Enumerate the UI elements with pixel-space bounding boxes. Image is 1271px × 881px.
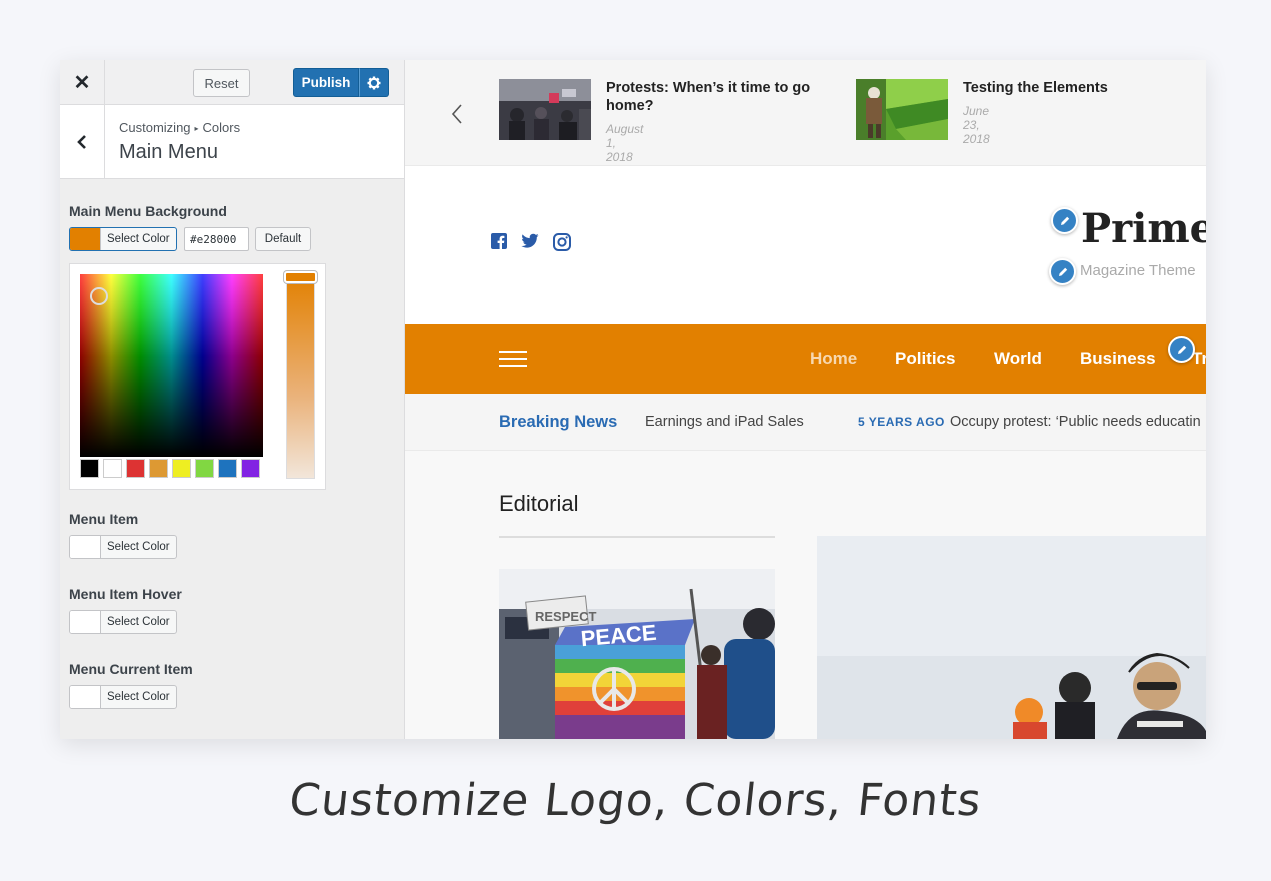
color-picker	[69, 263, 326, 490]
hue-slider-handle[interactable]	[284, 271, 317, 283]
close-icon[interactable]: ✕	[60, 60, 105, 105]
menu-item-label: Menu Item	[69, 511, 139, 527]
breadcrumb: Customizing ▸ Colors	[119, 120, 240, 135]
palette-orange[interactable]	[149, 459, 168, 478]
facebook-icon[interactable]	[491, 233, 507, 254]
customizer-header-actions: ✕ Reset Publish	[60, 60, 404, 105]
palette-green[interactable]	[195, 459, 214, 478]
heading-divider	[499, 536, 775, 538]
section-title: Main Menu	[119, 141, 218, 163]
color-swatch	[70, 228, 101, 250]
site-tagline: Magazine Theme	[1080, 262, 1196, 279]
breaking-news-label: Breaking News	[499, 413, 618, 431]
promo-caption: Customize Logo, Colors, Fonts	[286, 775, 985, 826]
edit-pencil-icon[interactable]	[1049, 258, 1076, 285]
hamburger-menu-icon[interactable]	[499, 351, 527, 367]
select-color-label: Select Color	[107, 541, 170, 553]
menu-item-business[interactable]: Business	[1080, 349, 1156, 369]
edit-pencil-icon[interactable]	[1168, 336, 1195, 363]
main-menu: Home Politics World Business Tr	[405, 324, 1206, 394]
edit-pencil-icon[interactable]	[1051, 207, 1078, 234]
menu-item-color-button[interactable]: Select Color	[69, 535, 177, 559]
ticker-title[interactable]: Protests: When’s it time to go home?	[606, 79, 816, 115]
breadcrumb-parent: Customizing	[119, 120, 191, 135]
content-area: Editorial RESPECT PEACE	[405, 451, 1206, 739]
select-color-label: Select Color	[107, 616, 170, 628]
menu-item-world[interactable]: World	[994, 349, 1042, 369]
cyclists-image[interactable]	[817, 536, 1206, 739]
reset-button[interactable]: Reset	[193, 69, 250, 97]
customizer-sidebar: ✕ Reset Publish Customizing ▸ Colors Mai…	[60, 60, 405, 739]
breaking-news-bar: Breaking News Earnings and iPad Sales 5 …	[405, 394, 1206, 451]
menu-background-color-button[interactable]: Select Color	[69, 227, 177, 251]
select-color-label: Select Color	[107, 233, 170, 245]
color-swatch	[70, 686, 101, 708]
site-title[interactable]: Prime	[1081, 205, 1206, 252]
breaking-news-time: 5 YEARS AGO	[858, 415, 945, 429]
breaking-news-item[interactable]: Occupy protest: ‘Public needs educatin	[950, 414, 1201, 430]
featured-ticker: Protests: When’s it time to go home? Aug…	[405, 60, 1206, 166]
gear-icon[interactable]	[359, 68, 389, 97]
customizer-window: ✕ Reset Publish Customizing ▸ Colors Mai…	[60, 60, 1206, 739]
palette-blue[interactable]	[218, 459, 237, 478]
menu-item-home[interactable]: Home	[810, 349, 857, 369]
menu-current-item-color-button[interactable]: Select Color	[69, 685, 177, 709]
default-color-button[interactable]: Default	[255, 227, 311, 251]
menu-item-politics[interactable]: Politics	[895, 349, 955, 369]
palette-red[interactable]	[126, 459, 145, 478]
hex-color-input[interactable]: #e28000	[184, 227, 249, 251]
ticker-title[interactable]: Testing the Elements	[963, 79, 1173, 97]
menu-item-hover-label: Menu Item Hover	[69, 586, 182, 602]
farmer-thumbnail	[856, 79, 948, 140]
gear-icon-glyph	[367, 76, 381, 89]
respect-sign-text: RESPECT	[535, 609, 596, 624]
publish-button[interactable]: Publish	[293, 68, 359, 97]
saturation-value-square[interactable]	[80, 274, 263, 457]
hue-slider[interactable]	[286, 272, 315, 479]
palette-purple[interactable]	[241, 459, 260, 478]
palette-yellow[interactable]	[172, 459, 191, 478]
menu-background-label: Main Menu Background	[69, 203, 227, 219]
breadcrumb-section: Colors	[202, 120, 241, 135]
color-swatch	[70, 536, 101, 558]
peace-flag-image[interactable]: RESPECT PEACE	[499, 569, 775, 739]
instagram-icon[interactable]	[553, 233, 571, 256]
editorial-heading: Editorial	[499, 491, 579, 516]
chevron-left-icon[interactable]	[451, 104, 463, 129]
twitter-icon[interactable]	[521, 233, 539, 254]
site-preview: Protests: When’s it time to go home? Aug…	[405, 60, 1206, 739]
color-swatch	[70, 611, 101, 633]
back-arrow-icon[interactable]	[60, 105, 105, 178]
breaking-news-item[interactable]: Earnings and iPad Sales	[645, 414, 804, 430]
site-branding-area: Prime Magazine Theme	[405, 166, 1206, 324]
color-picker-handle[interactable]	[90, 287, 108, 305]
menu-current-item-label: Menu Current Item	[69, 661, 193, 677]
menu-item-hover-color-button[interactable]: Select Color	[69, 610, 177, 634]
palette-white[interactable]	[103, 459, 122, 478]
palette-black[interactable]	[80, 459, 99, 478]
ticker-date: August 1, 2018	[606, 122, 644, 164]
section-header: Customizing ▸ Colors Main Menu	[60, 105, 404, 179]
breadcrumb-separator-icon: ▸	[194, 124, 199, 133]
select-color-label: Select Color	[107, 691, 170, 703]
protest-thumbnail	[499, 79, 591, 140]
ticker-date: June 23, 2018	[963, 104, 990, 146]
